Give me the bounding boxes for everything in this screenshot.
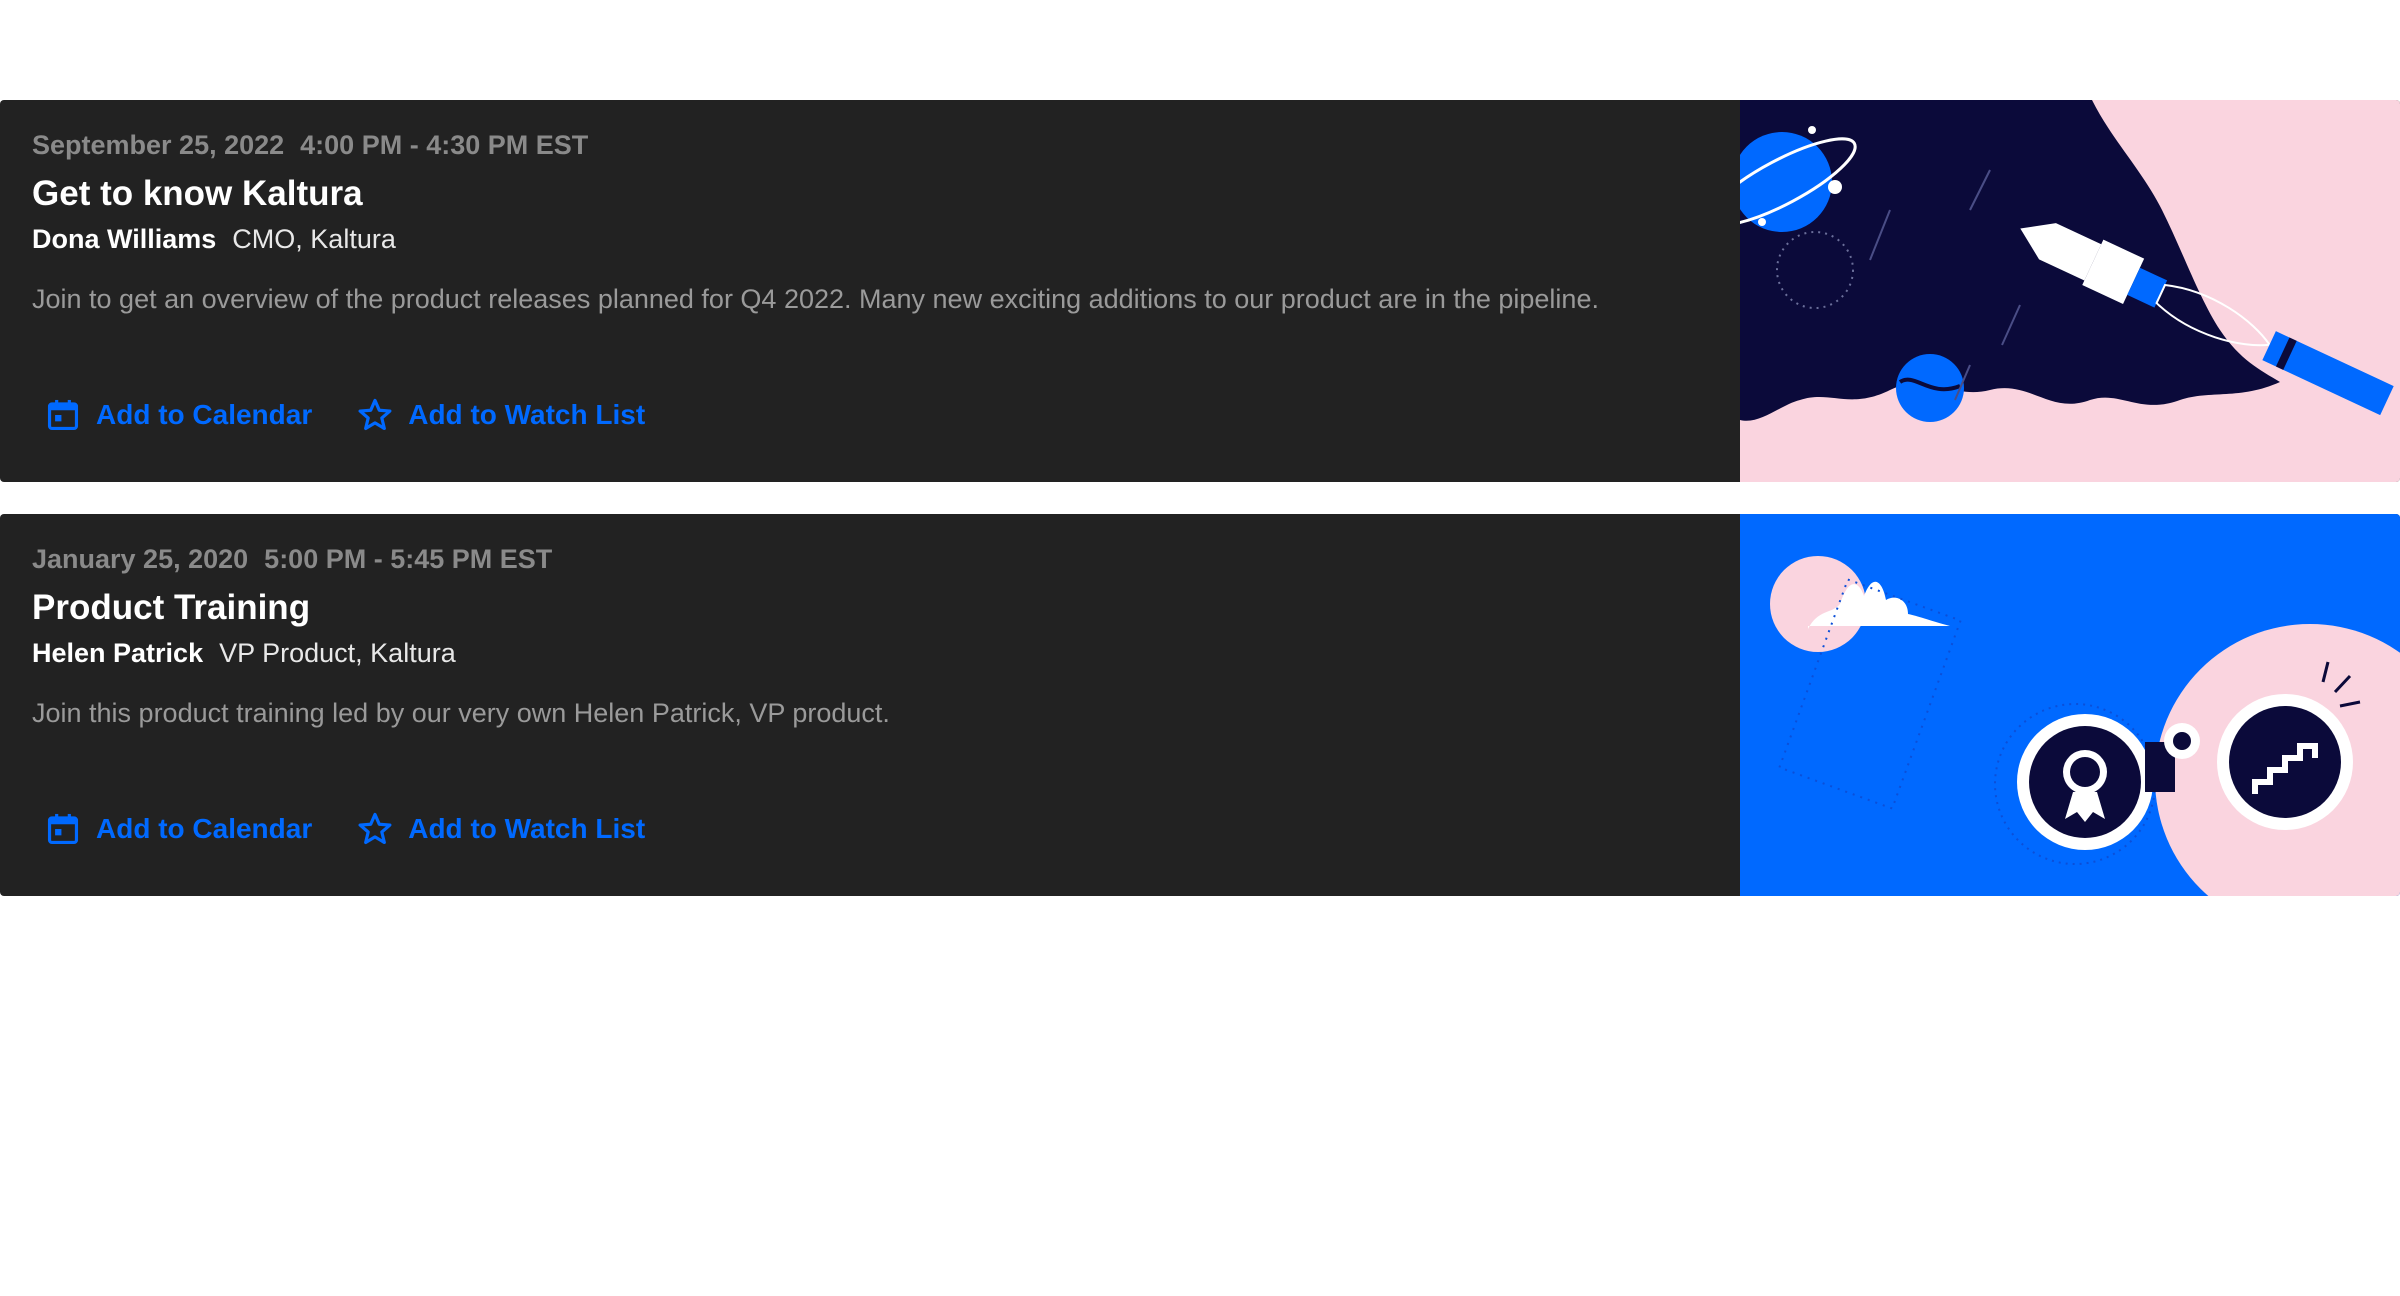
star-icon	[358, 812, 392, 845]
session-description: Join this product training led by our ve…	[32, 698, 890, 728]
session-title[interactable]: Product Training	[32, 588, 1712, 632]
session-info: September 25, 2022 4:00 PM - 4:30 PM EST …	[32, 130, 1712, 318]
session-thumbnail[interactable]	[1740, 514, 2400, 896]
session-thumbnail[interactable]	[1740, 100, 2400, 482]
session-title[interactable]: Get to know Kaltura	[32, 174, 1712, 218]
speaker-name: Dona Williams	[32, 224, 217, 254]
add-to-watch-list-label: Add to Watch List	[408, 399, 646, 430]
add-to-watch-list-button[interactable]: Add to Watch List	[356, 396, 645, 434]
add-to-watch-list-button[interactable]: Add to Watch List	[356, 810, 645, 848]
space-rocket-illustration	[1740, 100, 2400, 482]
session-date: January 25, 2020	[32, 544, 249, 574]
calendar-icon	[47, 399, 79, 431]
session-list: September 25, 2022 4:00 PM - 4:30 PM EST …	[0, 100, 2400, 928]
speaker: Helen Patrick VP Product, Kaltura	[32, 638, 1712, 672]
session-time: 4:00 PM - 4:30 PM EST	[300, 130, 589, 160]
session-time: 5:00 PM - 5:45 PM EST	[264, 544, 553, 574]
session-datetime: January 25, 2020 5:00 PM - 5:45 PM EST	[32, 544, 1712, 578]
session-description: Join to get an overview of the product r…	[32, 284, 1599, 314]
session-actions: Add to Calendar Add to Watch List	[44, 810, 689, 848]
add-to-calendar-button[interactable]: Add to Calendar	[44, 810, 312, 848]
session-actions: Add to Calendar Add to Watch List	[44, 396, 689, 434]
star-icon	[358, 398, 392, 431]
calendar-icon	[47, 813, 79, 845]
session-datetime: September 25, 2022 4:00 PM - 4:30 PM EST	[32, 130, 1712, 164]
add-to-calendar-label: Add to Calendar	[96, 399, 313, 430]
add-to-calendar-button[interactable]: Add to Calendar	[44, 396, 312, 434]
speaker: Dona Williams CMO, Kaltura	[32, 224, 1712, 258]
add-to-watch-list-label: Add to Watch List	[408, 813, 646, 844]
session-card[interactable]: September 25, 2022 4:00 PM - 4:30 PM EST …	[0, 100, 2400, 482]
add-to-calendar-label: Add to Calendar	[96, 813, 313, 844]
speaker-role: CMO, Kaltura	[232, 224, 396, 254]
session-card[interactable]: January 25, 2020 5:00 PM - 5:45 PM EST Pr…	[0, 514, 2400, 896]
session-date: September 25, 2022	[32, 130, 285, 160]
session-info: January 25, 2020 5:00 PM - 5:45 PM EST Pr…	[32, 544, 1712, 732]
binoculars-illustration	[1740, 514, 2400, 896]
speaker-name: Helen Patrick	[32, 638, 204, 668]
speaker-role: VP Product, Kaltura	[219, 638, 456, 668]
